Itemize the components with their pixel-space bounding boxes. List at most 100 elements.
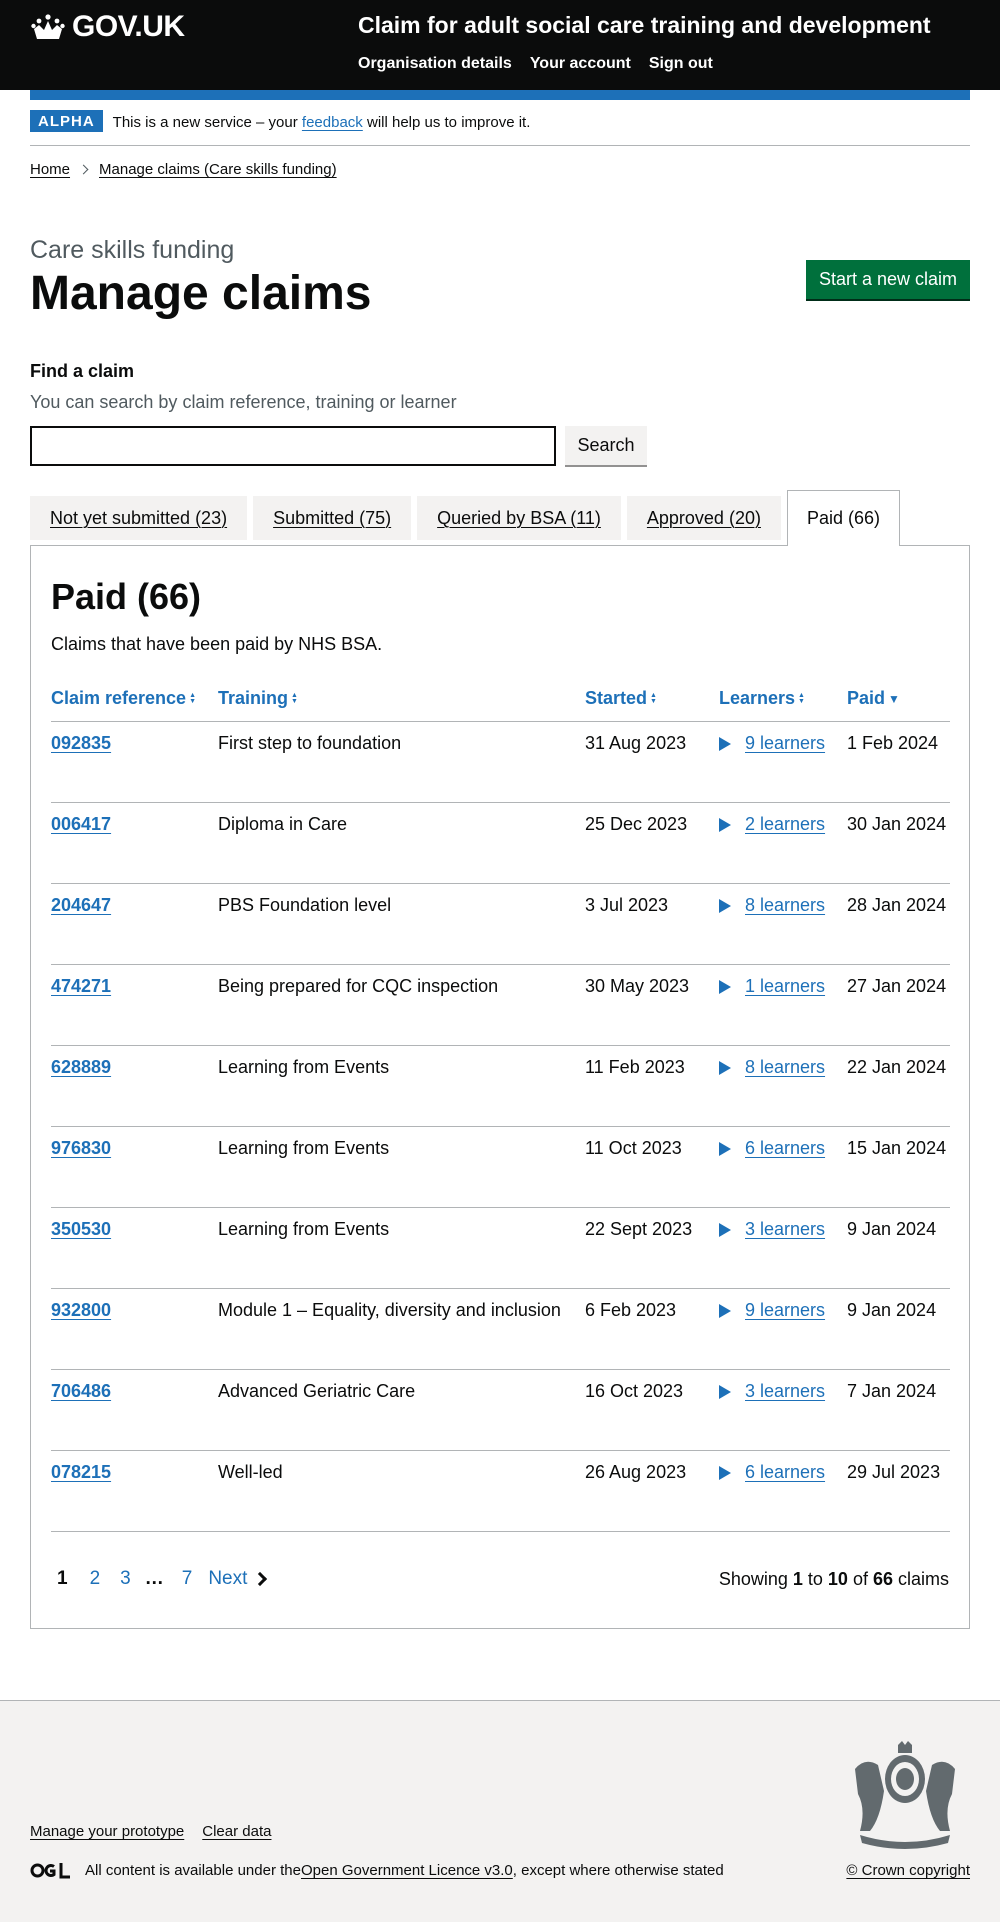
licence-statement: All content is available under the Open …: [30, 1862, 724, 1879]
learners-toggle[interactable]: 9 learners: [719, 1300, 825, 1321]
started-date: 3 Jul 2023: [585, 895, 669, 915]
table-row: 350530 Learning from Events 22 Sept 2023…: [51, 1208, 950, 1289]
training-name: Being prepared for CQC inspection: [218, 976, 499, 996]
tab-paid[interactable]: Paid (66): [786, 490, 901, 546]
learners-toggle[interactable]: 2 learners: [719, 814, 825, 835]
learners-toggle[interactable]: 6 learners: [719, 1138, 825, 1159]
service-name[interactable]: Claim for adult social care training and…: [358, 12, 931, 39]
started-date: 26 Aug 2023: [585, 1462, 687, 1482]
triangle-right-icon: [719, 898, 731, 913]
sort-training[interactable]: Training ▲ ▼: [218, 688, 298, 709]
claim-reference-link[interactable]: 932800: [51, 1300, 111, 1321]
sort-paid[interactable]: Paid ▼: [847, 688, 900, 709]
training-name: Module 1 – Equality, diversity and inclu…: [218, 1300, 561, 1320]
phase-text: This is a new service – your feedback wi…: [112, 114, 531, 131]
triangle-right-icon: [719, 1141, 731, 1156]
learners-toggle[interactable]: 3 learners: [719, 1381, 825, 1402]
started-date: 30 May 2023: [585, 976, 690, 996]
search-button[interactable]: Search: [565, 426, 647, 465]
claim-reference-link[interactable]: 006417: [51, 814, 111, 835]
sort-descending-icon: ▼: [888, 691, 900, 706]
learners-link[interactable]: 9 learners: [745, 1300, 825, 1321]
claim-reference-link[interactable]: 474271: [51, 976, 111, 997]
nav-sign-out[interactable]: Sign out: [649, 55, 713, 73]
sort-icon: ▲ ▼: [650, 691, 657, 705]
header-blue-bar: [30, 90, 970, 100]
paid-date: 9 Jan 2024: [847, 1219, 937, 1239]
panel-title: Paid (66): [51, 576, 202, 617]
learners-toggle[interactable]: 3 learners: [719, 1219, 825, 1240]
training-name: Learning from Events: [218, 1219, 390, 1239]
learners-toggle[interactable]: 8 learners: [719, 1057, 825, 1078]
learners-link[interactable]: 6 learners: [745, 1138, 825, 1159]
started-date: 16 Oct 2023: [585, 1381, 684, 1401]
search-input[interactable]: [30, 426, 556, 466]
learners-link[interactable]: 9 learners: [745, 733, 825, 754]
pagination-page-7[interactable]: 7: [182, 1568, 193, 1590]
footer-links: Manage your prototype Clear data: [30, 1823, 271, 1840]
find-claim-label: Find a claim: [30, 361, 135, 381]
sort-started[interactable]: Started ▲ ▼: [585, 688, 657, 709]
paid-date: 1 Feb 2024: [847, 733, 939, 753]
sort-learners[interactable]: Learners ▲ ▼: [719, 688, 805, 709]
table-row: 006417 Diploma in Care 25 Dec 2023 2 lea…: [51, 803, 950, 884]
started-date: 11 Oct 2023: [585, 1138, 682, 1158]
tab-queried-by-bsa[interactable]: Queried by BSA (11): [417, 496, 621, 540]
ogl-licence-link[interactable]: Open Government Licence v3.0: [301, 1862, 513, 1879]
pagination-page-2[interactable]: 2: [90, 1568, 101, 1590]
results-count: Showing 1 to 10 of 66 claims: [718, 1569, 949, 1589]
pagination-page-3[interactable]: 3: [120, 1568, 131, 1590]
learners-link[interactable]: 1 learners: [745, 976, 825, 997]
nav-your-account[interactable]: Your account: [530, 55, 631, 73]
govuk-logo[interactable]: GOV.UK: [30, 10, 185, 44]
start-new-claim-button[interactable]: Start a new claim: [806, 260, 970, 299]
learners-toggle[interactable]: 1 learners: [719, 976, 825, 997]
learners-link[interactable]: 3 learners: [745, 1381, 825, 1402]
learners-link[interactable]: 6 learners: [745, 1462, 825, 1483]
feedback-link[interactable]: feedback: [302, 114, 363, 131]
claim-reference-link[interactable]: 078215: [51, 1462, 111, 1483]
manage-prototype-link[interactable]: Manage your prototype: [30, 1823, 184, 1840]
claim-reference-link[interactable]: 976830: [51, 1138, 111, 1159]
claim-status-tabs: Not yet submitted (23) Submitted (75) Qu…: [30, 490, 901, 546]
started-date: 31 Aug 2023: [585, 733, 687, 753]
pagination-ellipsis: …: [144, 1568, 164, 1589]
table-row: 092835 First step to foundation 31 Aug 2…: [51, 722, 950, 803]
tab-approved[interactable]: Approved (20): [626, 496, 781, 540]
claim-reference-link[interactable]: 350530: [51, 1219, 111, 1240]
learners-toggle[interactable]: 6 learners: [719, 1462, 825, 1483]
claim-reference-link[interactable]: 092835: [51, 733, 111, 754]
tab-panel-paid: Paid (66) Claims that have been paid by …: [30, 545, 970, 1629]
header-nav: Organisation details Your account Sign o…: [358, 55, 713, 73]
learners-link[interactable]: 3 learners: [745, 1219, 825, 1240]
crown-icon: [31, 14, 65, 39]
crown-copyright-link[interactable]: © Crown copyright: [846, 1862, 970, 1879]
nav-organisation-details[interactable]: Organisation details: [358, 55, 512, 73]
triangle-right-icon: [719, 736, 731, 751]
crown-copyright: © Crown copyright: [846, 1862, 970, 1879]
sort-claim-reference[interactable]: Claim reference ▲ ▼: [51, 688, 196, 709]
breadcrumb-manage-claims[interactable]: Manage claims (Care skills funding): [99, 161, 337, 178]
claims-table: Claim reference ▲ ▼ Training ▲ ▼ Started ▲ ▼ L…: [51, 680, 950, 1532]
sort-icon: ▲ ▼: [798, 691, 805, 705]
learners-link[interactable]: 2 learners: [745, 814, 825, 835]
pagination-next[interactable]: Next: [208, 1568, 268, 1590]
clear-data-link[interactable]: Clear data: [202, 1823, 271, 1840]
claim-reference-link[interactable]: 628889: [51, 1057, 111, 1078]
page-title: Manage claims: [30, 267, 372, 320]
phase-banner: ALPHA This is a new service – your feedb…: [30, 110, 970, 146]
claim-reference-link[interactable]: 706486: [51, 1381, 111, 1402]
tab-not-yet-submitted[interactable]: Not yet submitted (23): [30, 496, 248, 540]
learners-link[interactable]: 8 learners: [745, 895, 825, 916]
learners-toggle[interactable]: 8 learners: [719, 895, 825, 916]
claim-reference-link[interactable]: 204647: [51, 895, 111, 916]
table-row: 204647 PBS Foundation level 3 Jul 2023 8…: [51, 884, 950, 965]
sort-icon: ▲ ▼: [291, 691, 298, 705]
breadcrumb-home[interactable]: Home: [30, 161, 70, 178]
learners-link[interactable]: 8 learners: [745, 1057, 825, 1078]
tab-submitted[interactable]: Submitted (75): [253, 496, 412, 540]
panel-description: Claims that have been paid by NHS BSA.: [51, 634, 383, 654]
paid-date: 28 Jan 2024: [847, 895, 947, 915]
learners-toggle[interactable]: 9 learners: [719, 733, 825, 754]
training-name: Diploma in Care: [218, 814, 348, 834]
